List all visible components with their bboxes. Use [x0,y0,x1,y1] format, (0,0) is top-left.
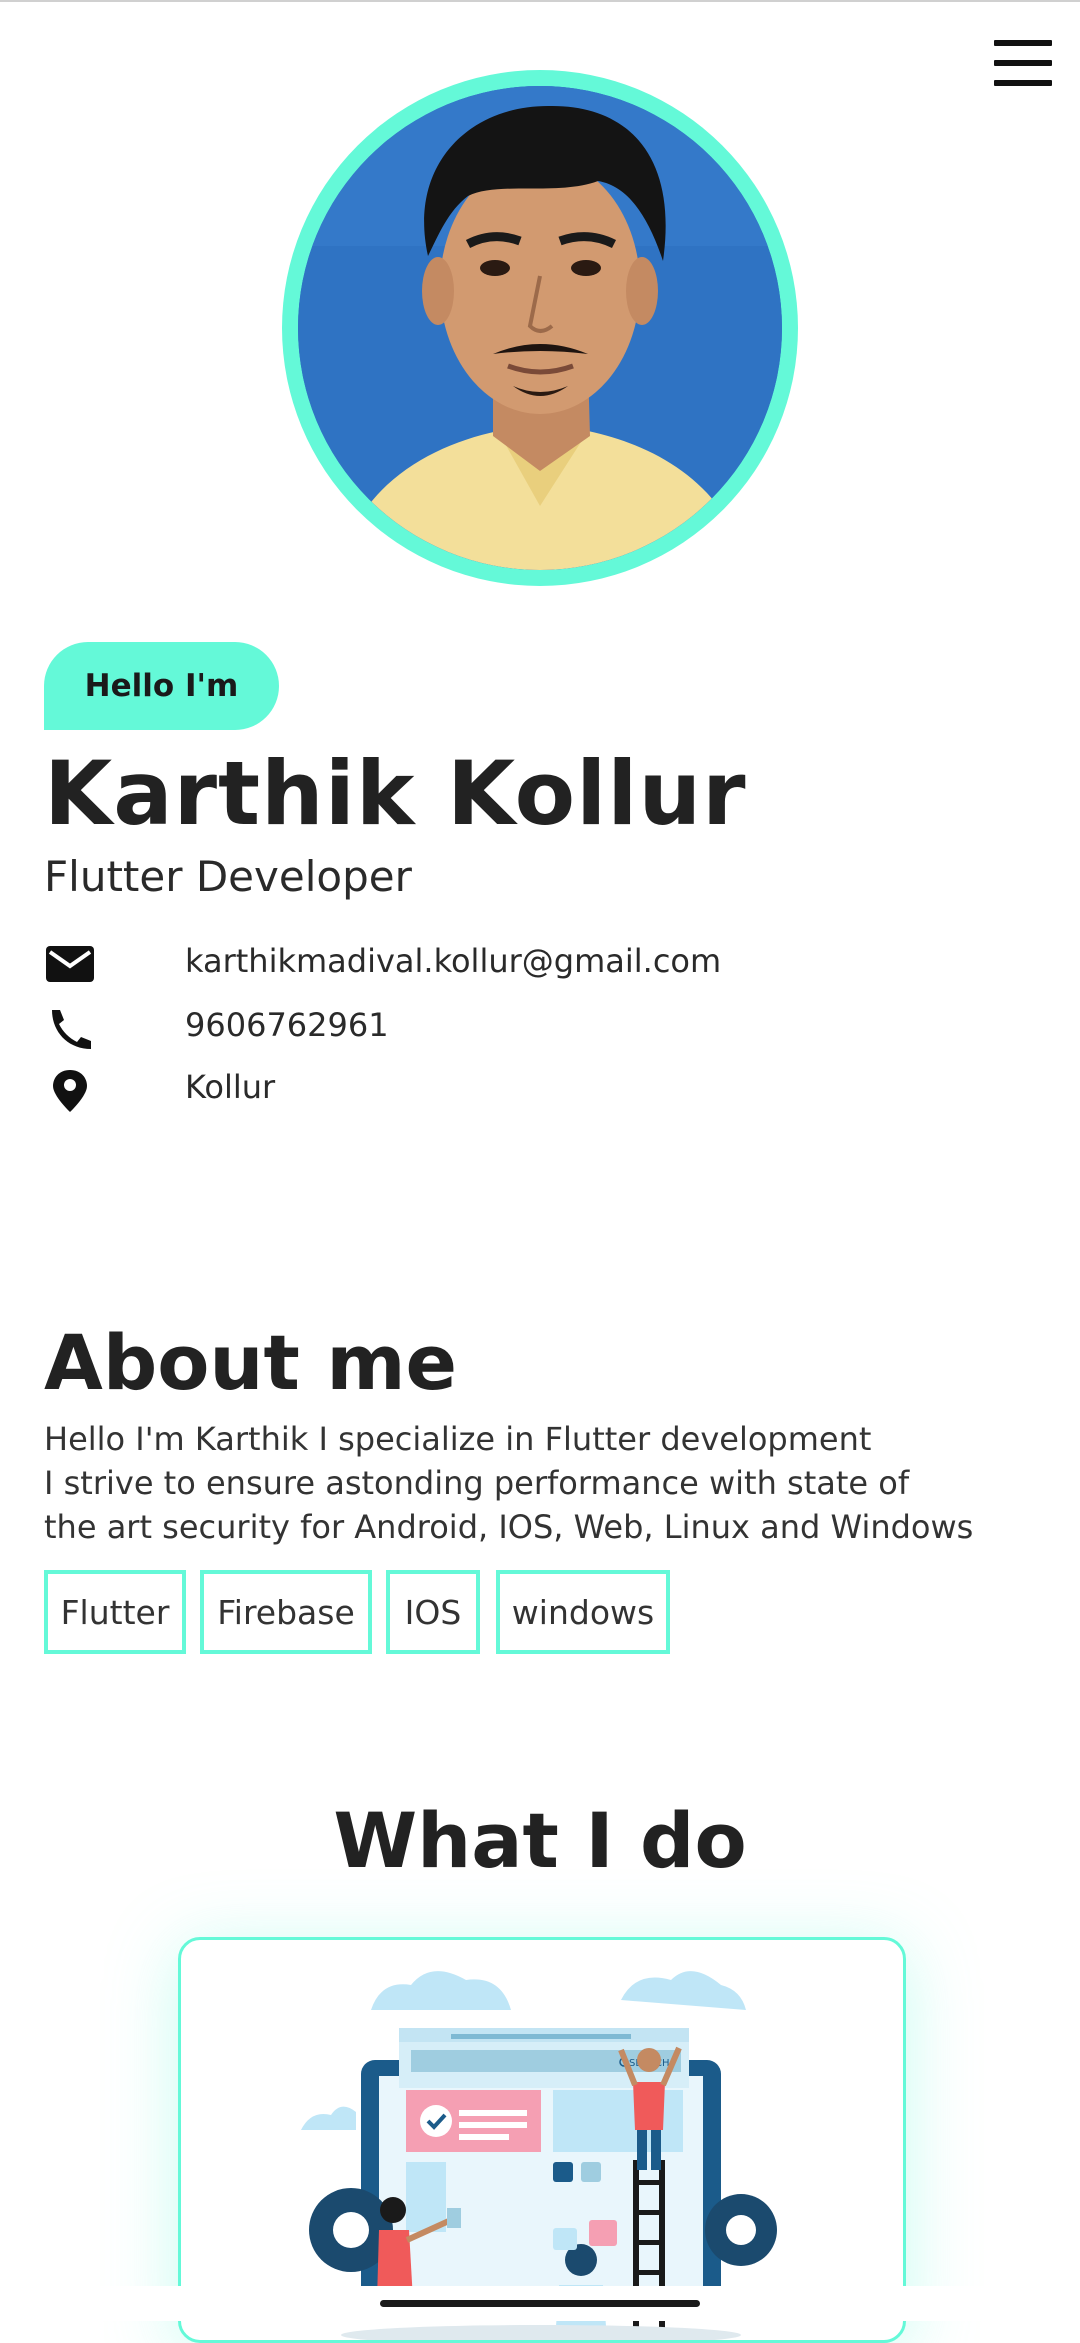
hamburger-menu-icon[interactable] [990,38,1056,88]
phone-icon [52,1010,91,1049]
profile-role: Flutter Developer [44,852,412,901]
skill-tag-flutter[interactable]: Flutter [44,1570,186,1654]
email-icon [46,946,94,982]
profile-photo-ring [282,70,798,586]
skill-tag-windows[interactable]: windows [496,1570,670,1654]
contact-phone[interactable]: 9606762961 [44,1002,944,1052]
about-text-line: I strive to ensure astonding performance… [44,1464,910,1502]
skill-tag-firebase[interactable]: Firebase [200,1570,372,1654]
portrait-illustration [298,86,782,570]
status-divider [0,0,1080,2]
about-text-line: the art security for Android, IOS, Web, … [44,1508,974,1546]
contact-location[interactable]: Kollur [44,1064,944,1114]
location-pin-icon [53,1070,87,1112]
skill-tag-ios[interactable]: IOS [386,1570,480,1654]
contact-email-text: karthikmadival.kollur@gmail.com [185,942,722,980]
profile-name: Karthik Kollur [44,742,747,845]
contact-phone-text: 9606762961 [185,1006,389,1044]
profile-photo [298,86,782,570]
home-indicator[interactable] [380,2300,700,2307]
what-i-do-title: What I do [333,1796,747,1885]
about-title: About me [44,1318,458,1407]
greeting-badge: Hello I'm [44,642,279,730]
contact-location-text: Kollur [185,1068,276,1106]
service-card[interactable]: SEARCH [178,1937,906,2343]
web-development-illustration: SEARCH [301,1971,777,2340]
about-text-line: Hello I'm Karthik I specialize in Flutte… [44,1420,872,1458]
contact-email[interactable]: karthikmadival.kollur@gmail.com [44,938,944,988]
